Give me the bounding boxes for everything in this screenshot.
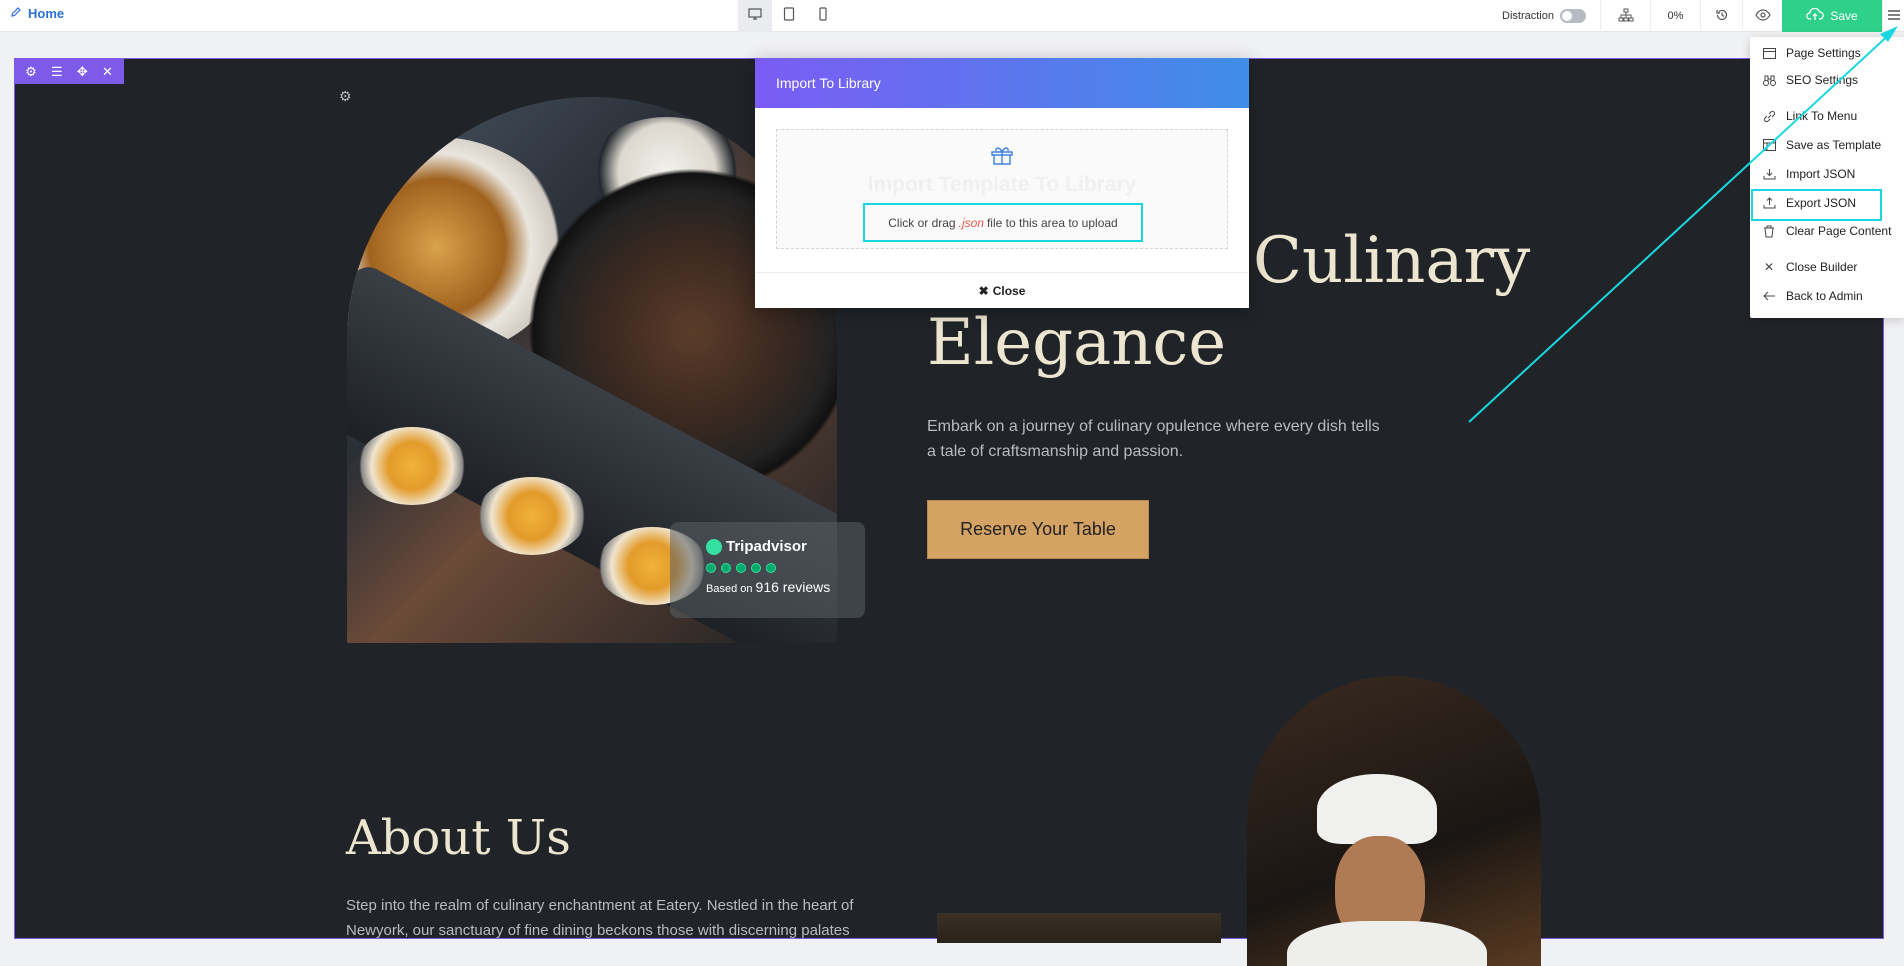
hero-description: Embark on a journey of culinary opulence… bbox=[927, 418, 1380, 460]
gear-icon[interactable]: ⚙ bbox=[25, 65, 37, 78]
section-toolbar: ⚙ ☰ ✥ ✕ bbox=[14, 59, 124, 84]
modal-close-button[interactable]: ✖ Close bbox=[755, 272, 1249, 308]
tripadvisor-brand: Tripadvisor bbox=[726, 538, 807, 555]
builder-options-menu: Page Settings SEO Settings Link To Menu … bbox=[1750, 37, 1904, 318]
close-icon[interactable]: ✕ bbox=[102, 65, 113, 78]
list-icon[interactable]: ☰ bbox=[51, 65, 63, 78]
link-icon bbox=[1762, 110, 1776, 123]
device-switcher bbox=[738, 0, 840, 32]
distraction-toggle[interactable]: Distraction bbox=[1492, 0, 1600, 32]
menu-label: Link To Menu bbox=[1786, 109, 1858, 123]
reserve-table-button[interactable]: Reserve Your Table bbox=[927, 500, 1149, 559]
mobile-icon bbox=[818, 6, 828, 26]
menu-item-back-to-admin[interactable]: Back to Admin bbox=[1762, 284, 1863, 308]
hamburger-icon bbox=[1887, 9, 1900, 23]
eye-icon bbox=[1754, 8, 1771, 24]
save-label: Save bbox=[1830, 9, 1858, 23]
progress-text: 0% bbox=[1667, 10, 1684, 22]
top-toolbar: Home Distraction 0% Save bbox=[0, 0, 1904, 32]
menu-label: Save as Template bbox=[1786, 138, 1882, 152]
binoculars-icon bbox=[1762, 75, 1776, 86]
menu-item-import-json[interactable]: Import JSON bbox=[1762, 162, 1855, 186]
hint-before: Click or drag bbox=[888, 215, 956, 230]
desktop-view-button[interactable] bbox=[738, 0, 772, 32]
rating-dots bbox=[706, 563, 865, 573]
hamburger-menu-button[interactable] bbox=[1882, 0, 1904, 32]
column-gear-icon[interactable]: ⚙ bbox=[339, 88, 352, 105]
import-library-modal: Import To Library Import Template To Lib… bbox=[755, 58, 1249, 308]
menu-item-page-settings[interactable]: Page Settings bbox=[1762, 41, 1861, 65]
reviews-value: 916 reviews bbox=[755, 579, 831, 595]
toolbar-right: Distraction 0% Save bbox=[1492, 0, 1904, 32]
dropzone-title: Import Template To Library bbox=[867, 173, 1137, 196]
about-title: About Us bbox=[346, 810, 571, 866]
save-button[interactable]: Save bbox=[1782, 0, 1882, 32]
hint-extension: .json bbox=[958, 215, 984, 230]
navigator-button[interactable] bbox=[1600, 0, 1650, 32]
menu-item-link-to-menu[interactable]: Link To Menu bbox=[1762, 104, 1857, 128]
menu-label: Close Builder bbox=[1786, 260, 1858, 274]
window-icon bbox=[1762, 47, 1776, 59]
sitemap-icon bbox=[1618, 8, 1634, 25]
tripadvisor-logo: Tripadvisor bbox=[706, 538, 865, 555]
tablet-icon bbox=[783, 6, 795, 26]
tripadvisor-badge: Tripadvisor Based on 916 reviews bbox=[670, 522, 865, 618]
close-icon: ✕ bbox=[1763, 260, 1775, 274]
mobile-view-button[interactable] bbox=[806, 0, 840, 32]
menu-label: Back to Admin bbox=[1786, 289, 1863, 303]
hint-after: file to this area to upload bbox=[986, 215, 1118, 230]
menu-label: Clear Page Content bbox=[1786, 224, 1892, 238]
tablet-view-button[interactable] bbox=[772, 0, 806, 32]
template-icon bbox=[1762, 139, 1776, 151]
export-json-highlight bbox=[1751, 189, 1882, 221]
owl-icon bbox=[706, 538, 722, 555]
close-label: Close bbox=[992, 283, 1026, 298]
modal-header: Import To Library bbox=[755, 58, 1249, 108]
import-icon bbox=[1762, 168, 1776, 180]
chef-image bbox=[1247, 676, 1541, 966]
history-button[interactable] bbox=[1700, 0, 1742, 32]
close-icon: ✖ bbox=[978, 283, 989, 298]
menu-item-seo-settings[interactable]: SEO Settings bbox=[1762, 68, 1858, 92]
distraction-label: Distraction bbox=[1502, 10, 1554, 22]
upload-dropzone[interactable]: Import Template To Library Click or drag… bbox=[776, 129, 1228, 249]
desktop-icon bbox=[748, 7, 762, 25]
home-label: Home bbox=[28, 5, 65, 21]
upload-hint[interactable]: Click or drag .json file to this area to… bbox=[863, 203, 1143, 242]
cloud-upload-icon bbox=[1806, 7, 1825, 24]
gift-box-icon bbox=[777, 144, 1227, 171]
trash-icon bbox=[1762, 225, 1776, 238]
hero-title-line2: Elegance bbox=[927, 306, 1227, 380]
move-icon[interactable]: ✥ bbox=[77, 65, 88, 78]
pencil-icon bbox=[10, 6, 22, 21]
review-count: Based on 916 reviews bbox=[706, 579, 865, 595]
toggle-switch[interactable] bbox=[1560, 9, 1586, 23]
menu-item-save-as-template[interactable]: Save as Template bbox=[1762, 133, 1881, 157]
modal-title: Import To Library bbox=[776, 75, 881, 91]
menu-label: Import JSON bbox=[1786, 167, 1856, 181]
progress-indicator: 0% bbox=[1650, 0, 1700, 32]
arrow-left-icon bbox=[1762, 291, 1776, 301]
based-on-label: Based on bbox=[706, 583, 753, 595]
menu-item-close-builder[interactable]: ✕ Close Builder bbox=[1762, 255, 1857, 279]
home-link[interactable]: Home bbox=[10, 0, 64, 26]
menu-item-clear-page-content[interactable]: Clear Page Content bbox=[1762, 219, 1891, 243]
menu-label: Page Settings bbox=[1786, 46, 1861, 60]
about-description: Step into the realm of culinary enchantm… bbox=[346, 897, 854, 939]
menu-label: SEO Settings bbox=[1786, 73, 1859, 87]
preview-button[interactable] bbox=[1742, 0, 1782, 32]
history-icon bbox=[1715, 8, 1729, 25]
